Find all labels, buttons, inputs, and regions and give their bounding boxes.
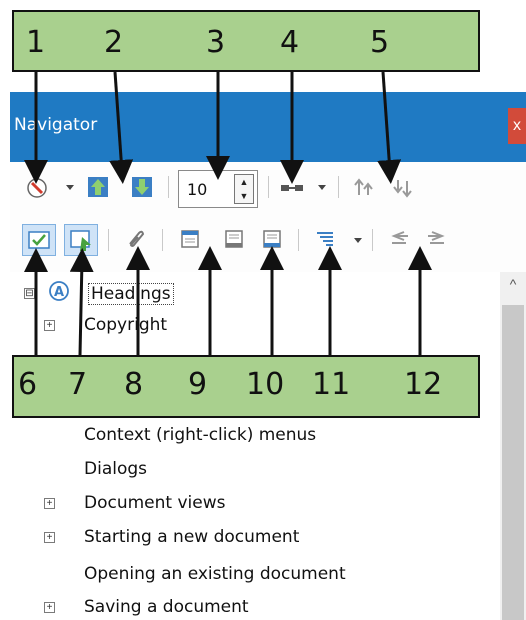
toolbar-separator bbox=[338, 176, 339, 198]
promote-chapter-icon[interactable] bbox=[352, 177, 374, 199]
heading-levels-value[interactable]: 10 bbox=[187, 180, 207, 199]
tree-item-headings[interactable]: Headings bbox=[88, 283, 174, 305]
svg-text:A: A bbox=[54, 285, 64, 300]
callout-number: 5 bbox=[370, 25, 390, 60]
drag-mode-icon[interactable] bbox=[278, 177, 306, 199]
tree-expand-icon[interactable]: + bbox=[44, 532, 55, 543]
drag-mode-dropdown-icon[interactable] bbox=[316, 180, 328, 192]
bookmark-icon[interactable] bbox=[260, 228, 282, 250]
tree-item-starting-new-document[interactable]: Starting a new document bbox=[84, 527, 299, 547]
tree-item-copyright[interactable]: Copyright bbox=[84, 315, 167, 335]
window-title: Navigator bbox=[14, 115, 98, 135]
tree-expand-icon[interactable]: + bbox=[44, 602, 55, 613]
callout-number: 10 bbox=[246, 367, 285, 402]
navigation-dropdown-icon[interactable] bbox=[64, 180, 76, 192]
heading-levels-icon[interactable] bbox=[314, 228, 336, 250]
callout-number: 2 bbox=[104, 25, 124, 60]
callout-bar-top bbox=[12, 10, 480, 72]
toolbar-separator bbox=[298, 229, 299, 251]
tree-item-context-menus[interactable]: Context (right-click) menus bbox=[84, 425, 316, 445]
tree-item-dialogs[interactable]: Dialogs bbox=[84, 459, 147, 479]
compass-icon[interactable] bbox=[26, 177, 48, 199]
scroll-up-icon[interactable]: ^ bbox=[500, 276, 526, 296]
previous-icon[interactable] bbox=[86, 175, 108, 197]
scrollbar-thumb[interactable] bbox=[502, 305, 524, 620]
next-icon[interactable] bbox=[130, 175, 152, 197]
set-reminder-icon[interactable] bbox=[64, 224, 98, 256]
callout-number: 1 bbox=[26, 25, 46, 60]
tree-item-saving-document[interactable]: Saving a document bbox=[84, 597, 249, 617]
toolbar-separator bbox=[108, 229, 109, 251]
heading-levels-dropdown-icon[interactable] bbox=[352, 233, 364, 245]
toolbar-separator bbox=[268, 176, 269, 198]
callout-number: 12 bbox=[404, 367, 443, 402]
callout-number: 6 bbox=[18, 367, 38, 402]
callout-number: 11 bbox=[312, 367, 351, 402]
demote-level-icon[interactable] bbox=[426, 228, 448, 250]
content-view-icon[interactable] bbox=[22, 224, 56, 256]
toolbar-separator bbox=[168, 176, 169, 198]
callout-number: 3 bbox=[206, 25, 226, 60]
spin-buttons: ▲ ▼ bbox=[234, 174, 254, 204]
callout-number: 8 bbox=[124, 367, 144, 402]
tree-expand-icon[interactable]: + bbox=[44, 498, 55, 509]
header-icon[interactable] bbox=[178, 228, 200, 250]
spin-up-button[interactable]: ▲ bbox=[235, 175, 253, 189]
tree-collapse-icon[interactable]: ⊟ bbox=[24, 288, 35, 299]
anchor-icon[interactable] bbox=[124, 228, 146, 250]
headings-category-icon: A bbox=[48, 280, 70, 302]
callout-number: 9 bbox=[188, 367, 208, 402]
demote-chapter-icon[interactable] bbox=[392, 177, 414, 199]
promote-level-icon[interactable] bbox=[388, 228, 410, 250]
tree-expand-icon[interactable]: + bbox=[44, 320, 55, 331]
toolbar-separator bbox=[372, 229, 373, 251]
heading-levels-spinbox[interactable]: 10 ▲ ▼ bbox=[178, 170, 258, 208]
toolbar-separator bbox=[162, 229, 163, 251]
tree-item-opening-existing-document[interactable]: Opening an existing document bbox=[84, 564, 346, 584]
callout-number: 7 bbox=[68, 367, 88, 402]
callout-number: 4 bbox=[280, 25, 300, 60]
tree-item-document-views[interactable]: Document views bbox=[84, 493, 225, 513]
close-button[interactable]: x bbox=[508, 108, 526, 144]
spin-down-button[interactable]: ▼ bbox=[235, 189, 253, 203]
footer-icon[interactable] bbox=[222, 228, 244, 250]
